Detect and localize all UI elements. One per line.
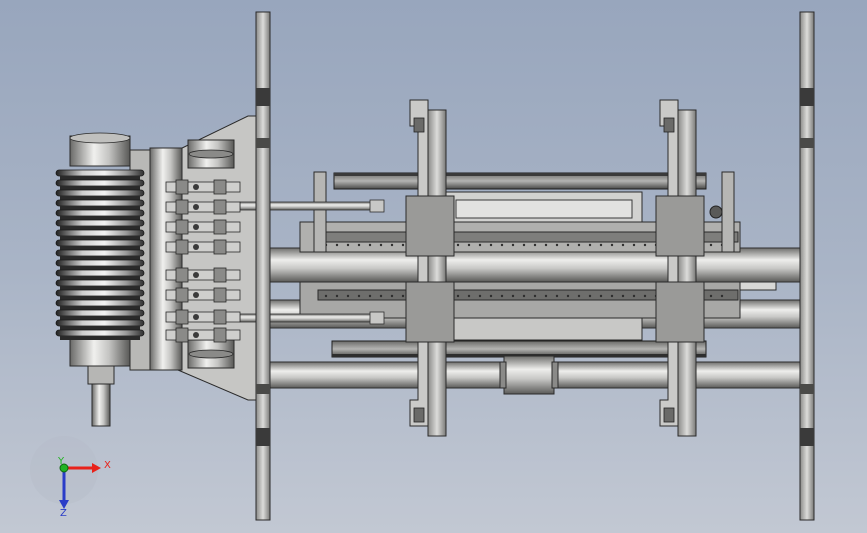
bolt-dot	[335, 243, 339, 247]
bolt-dot	[577, 243, 581, 247]
bolt-dot	[610, 243, 614, 247]
bolt-dot	[544, 294, 548, 298]
pulley-disc	[55, 329, 145, 340]
bolt-dot	[555, 294, 559, 298]
z-axis-label: Z	[60, 508, 67, 519]
bolt-dot	[511, 294, 515, 298]
bolt-dot	[599, 294, 603, 298]
bolt-dot	[522, 294, 526, 298]
pulley-disc	[55, 249, 145, 260]
bolt-dot	[346, 243, 350, 247]
bolt-dot	[456, 243, 460, 247]
bolt-dot	[467, 294, 471, 298]
cam-arm	[165, 199, 241, 215]
bolt-dot	[379, 243, 383, 247]
cam-arm	[165, 219, 241, 235]
pulley-disc	[55, 179, 145, 190]
bolt-dot	[324, 294, 328, 298]
pulley-disc	[55, 279, 145, 290]
bolt-dot	[588, 243, 592, 247]
bolt-dot	[709, 294, 713, 298]
bolt-dot	[456, 294, 460, 298]
cam-arm	[165, 309, 241, 325]
bolt-dot	[500, 294, 504, 298]
pulley-disc	[55, 209, 145, 220]
bolt-dot	[555, 243, 559, 247]
y-axis-label: Y	[57, 456, 65, 467]
cam-arm	[165, 267, 241, 283]
cam-arm	[165, 239, 241, 255]
bolt-dot	[632, 243, 636, 247]
bolt-dot	[511, 243, 515, 247]
bolt-dot	[357, 294, 361, 298]
bolt-dot	[489, 294, 493, 298]
pulley-disc	[55, 189, 145, 200]
pulley-disc	[55, 169, 145, 180]
pulley-disc	[55, 259, 145, 270]
pulley-disc	[55, 229, 145, 240]
bolt-dot	[709, 243, 713, 247]
pulley-disc	[55, 199, 145, 210]
bolt-dot	[533, 294, 537, 298]
bolt-dot	[335, 294, 339, 298]
bolt-dot	[533, 243, 537, 247]
cam-arm	[165, 179, 241, 195]
pulley-disc	[55, 219, 145, 230]
bolt-dot	[621, 294, 625, 298]
bolt-dot	[621, 243, 625, 247]
cam-arm	[165, 287, 241, 303]
bolt-dot	[577, 294, 581, 298]
x-axis-label: X	[104, 460, 111, 471]
pulley-disc	[55, 289, 145, 300]
bolt-dot	[489, 243, 493, 247]
bolt-dot	[390, 294, 394, 298]
left-end-plate	[255, 11, 271, 521]
bolt-dot	[478, 294, 482, 298]
bolt-dot	[522, 243, 526, 247]
bolt-dot	[643, 294, 647, 298]
pulley-disc	[55, 319, 145, 330]
bolt-dot	[401, 243, 405, 247]
bolt-dot	[566, 243, 570, 247]
bolt-dot	[720, 294, 724, 298]
bolt-dot	[467, 243, 471, 247]
bolt-dot	[500, 243, 504, 247]
upper-main-shaft	[267, 247, 801, 283]
pulley-disc	[55, 269, 145, 280]
bolt-dot	[566, 294, 570, 298]
cad-viewport[interactable]: X Y Z	[0, 0, 867, 533]
shaft-coupling	[499, 355, 559, 395]
bolt-dot	[346, 294, 350, 298]
bolt-dot	[610, 294, 614, 298]
bolt-dot	[599, 243, 603, 247]
pulley-disc	[55, 309, 145, 320]
bolt-dot	[357, 243, 361, 247]
bolt-dot	[632, 294, 636, 298]
bolt-dot	[478, 243, 482, 247]
cam-arm	[165, 327, 241, 343]
coordinate-triad: X Y Z	[30, 436, 111, 519]
pulley-disc	[55, 239, 145, 250]
pulley-disc	[55, 299, 145, 310]
right-end-plate	[799, 11, 815, 521]
bolt-dot	[368, 294, 372, 298]
bolt-dot	[544, 243, 548, 247]
bolt-dot	[401, 294, 405, 298]
bolt-dot	[368, 243, 372, 247]
bolt-dot	[379, 294, 383, 298]
bolt-dot	[643, 243, 647, 247]
bolt-dot	[588, 294, 592, 298]
bolt-dot	[390, 243, 394, 247]
